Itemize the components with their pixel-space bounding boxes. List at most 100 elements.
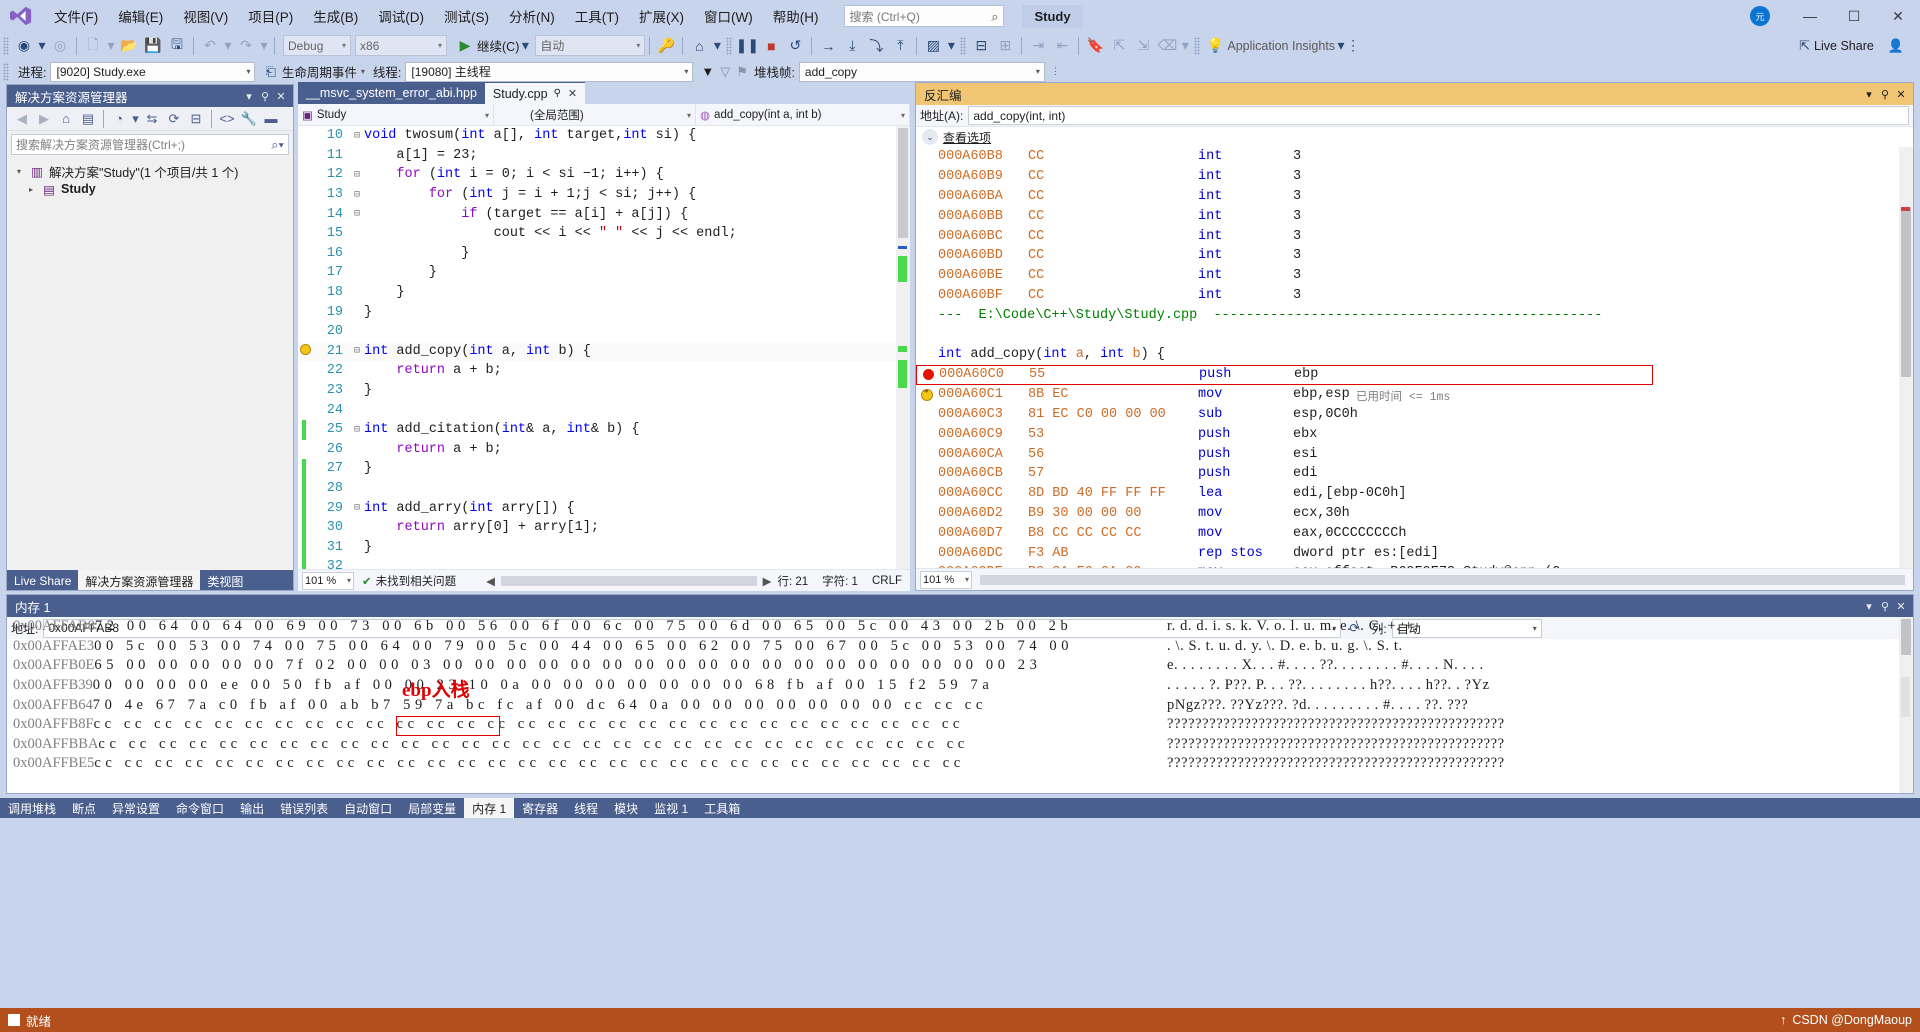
disassembly-pin-icon[interactable]: ⚲ bbox=[1877, 88, 1893, 101]
toggle-bookmark-icon[interactable]: 🔖 bbox=[1083, 34, 1107, 57]
disassembly-row[interactable]: 000A60D7B8 CC CC CC CCmoveax,0CCCCCCCCh bbox=[916, 523, 1913, 543]
disassembly-row[interactable]: 000A60BDCCint3 bbox=[916, 246, 1913, 266]
nav-scope-combo[interactable]: (全局范围) ▾ bbox=[494, 104, 696, 126]
menu-edit[interactable]: 编辑(E) bbox=[108, 2, 173, 30]
toolbar-grip-4[interactable] bbox=[1194, 37, 1200, 55]
process-combo[interactable]: [9020] Study.exe▾ bbox=[50, 62, 255, 82]
fold-toggle-icon[interactable]: ⊟ bbox=[350, 345, 364, 357]
editor-zoom-combo[interactable]: 101 % ▾ bbox=[302, 572, 354, 590]
navigate-backward-icon[interactable]: ◉ bbox=[12, 34, 36, 57]
disassembly-row[interactable]: 000A60C381 EC C0 00 00 00subesp,0C0h bbox=[916, 405, 1913, 425]
open-file-icon[interactable]: 📂 bbox=[117, 34, 141, 57]
code-line[interactable]: 12⊟ for (int i = 0; i < si −1; i++) { bbox=[298, 165, 910, 185]
status-up-arrow-icon[interactable]: ↑ bbox=[1780, 1013, 1786, 1027]
editor-scroll-thumb[interactable] bbox=[898, 128, 908, 238]
live-share-icon[interactable]: ⇱ bbox=[1799, 38, 1810, 54]
redo-dropdown-icon[interactable]: ▾ bbox=[258, 34, 270, 57]
next-bookmark-icon[interactable]: ⇲ bbox=[1131, 34, 1155, 57]
fold-toggle-icon[interactable]: ⊟ bbox=[350, 189, 364, 201]
continue-dropdown-icon[interactable]: ▾ bbox=[519, 34, 531, 57]
editor-horizontal-scrollbar[interactable] bbox=[501, 576, 757, 586]
disassembly-row[interactable]: 000A60B9CCint3 bbox=[916, 167, 1913, 187]
bottom-tab-error-list[interactable]: 错误列表 bbox=[272, 798, 336, 818]
code-line[interactable]: 26 return a + b; bbox=[298, 440, 910, 460]
bottom-tab-locals[interactable]: 局部变量 bbox=[400, 798, 464, 818]
se-tab-class-view[interactable]: 类视图 bbox=[200, 570, 250, 590]
memory-rows-area[interactable]: 0x00AFFAB872 00 64 00 64 00 69 00 73 00 … bbox=[7, 617, 1913, 793]
issue-next-icon[interactable]: ▶ bbox=[763, 574, 772, 588]
bottom-tab-threads[interactable]: 线程 bbox=[566, 798, 606, 818]
solution-config-combo[interactable]: Debug▾ bbox=[283, 35, 351, 56]
stop-debugging-icon[interactable]: ■ bbox=[759, 34, 783, 57]
panel-dropdown-icon[interactable]: ▾ bbox=[241, 90, 257, 103]
fold-toggle-icon[interactable]: ⊟ bbox=[350, 502, 364, 514]
navigate-backward-dropdown-icon[interactable]: ▾ bbox=[36, 34, 48, 57]
code-line[interactable]: 20 bbox=[298, 322, 910, 342]
properties-icon[interactable]: 🔧 bbox=[238, 109, 260, 129]
tree-item-project[interactable]: ▸ ▤ Study bbox=[11, 180, 293, 198]
toolbar-overflow-icon[interactable]: ⋮ bbox=[1347, 34, 1359, 57]
code-line[interactable]: 14⊟ if (target == a[i] + a[j]) { bbox=[298, 204, 910, 224]
clear-bookmarks-icon[interactable]: ⌫ bbox=[1155, 34, 1179, 57]
redo-icon[interactable]: ↷ bbox=[234, 34, 258, 57]
menu-build[interactable]: 生成(B) bbox=[303, 2, 368, 30]
disassembly-row[interactable]: 000A60DCF3 ABrep stosdword ptr es:[edi] bbox=[916, 543, 1913, 563]
editor-vertical-scrollbar[interactable] bbox=[896, 126, 910, 569]
toolbar-grip-3[interactable] bbox=[960, 37, 966, 55]
code-line[interactable]: 25⊟int add_citation(int& a, int& b) { bbox=[298, 420, 910, 440]
disassembly-address-input[interactable]: add_copy(int, int) bbox=[968, 106, 1909, 125]
code-line[interactable]: 32 bbox=[298, 557, 910, 569]
code-line[interactable]: 21⊟int add_copy(int a, int b) { bbox=[298, 342, 910, 362]
context-overflow-icon[interactable]: ⋮ bbox=[1051, 66, 1060, 77]
save-icon[interactable]: 💾 bbox=[141, 34, 165, 57]
disassembly-row[interactable]: 000A60BFCCint3 bbox=[916, 286, 1913, 306]
bottom-tab-memory-1[interactable]: 内存 1 bbox=[464, 798, 514, 818]
menu-extensions[interactable]: 扩展(X) bbox=[629, 2, 694, 30]
attach-process-icon[interactable]: 🔑 bbox=[654, 34, 678, 57]
restart-icon[interactable]: ↺ bbox=[783, 34, 807, 57]
pin-tab-icon[interactable]: ⚲ bbox=[554, 88, 561, 99]
bottom-tab-toolbox[interactable]: 工具箱 bbox=[696, 798, 748, 818]
disassembly-row[interactable]: 000A60B8CCint3 bbox=[916, 147, 1913, 167]
solution-platform-combo[interactable]: x86▾ bbox=[355, 35, 447, 56]
memory-row[interactable]: 0x00AFFAB872 00 64 00 64 00 69 00 73 00 … bbox=[7, 617, 1913, 637]
uncomment-selection-icon[interactable]: ⊞ bbox=[993, 34, 1017, 57]
disassembly-row[interactable]: 000A60C953pushebx bbox=[916, 424, 1913, 444]
break-all-icon[interactable]: ❚❚ bbox=[735, 34, 759, 57]
step-out-icon[interactable]: ⤒ bbox=[888, 34, 912, 57]
se-tab-live-share[interactable]: Live Share bbox=[7, 570, 78, 590]
undo-icon[interactable]: ↶ bbox=[198, 34, 222, 57]
disassembly-row[interactable]: 000A60BBCCint3 bbox=[916, 206, 1913, 226]
new-file-dropdown-icon[interactable]: ▾ bbox=[105, 34, 117, 57]
disassembly-row[interactable]: 000A60BECCint3 bbox=[916, 266, 1913, 286]
code-line[interactable]: 16 } bbox=[298, 244, 910, 264]
disassembly-row[interactable]: 000A60CA56pushesi bbox=[916, 444, 1913, 464]
refresh-icon[interactable]: ⟳ bbox=[163, 109, 185, 129]
code-line[interactable]: 19} bbox=[298, 302, 910, 322]
menu-project[interactable]: 项目(P) bbox=[238, 2, 303, 30]
disassembly-row[interactable]: 000A60BACCint3 bbox=[916, 187, 1913, 207]
nav-project-combo[interactable]: ▣ Study ▾ bbox=[298, 104, 494, 126]
menu-tools[interactable]: 工具(T) bbox=[565, 2, 629, 30]
code-line[interactable]: 10⊟void twosum(int a[], int target,int s… bbox=[298, 126, 910, 146]
disassembly-dropdown-icon[interactable]: ▾ bbox=[1861, 88, 1877, 101]
thread-combo[interactable]: [19080] 主线程▾ bbox=[405, 62, 693, 82]
new-file-icon[interactable]: 🗋 bbox=[81, 34, 105, 57]
disassembly-horizontal-scrollbar[interactable] bbox=[980, 575, 1905, 585]
bottom-tab-breakpoints[interactable]: 断点 bbox=[64, 798, 104, 818]
current-statement-icon[interactable] bbox=[916, 389, 938, 401]
code-line[interactable]: 31} bbox=[298, 537, 910, 557]
issue-prev-icon[interactable]: ◀ bbox=[486, 574, 495, 588]
lifecycle-dropdown-icon[interactable]: ▾ bbox=[361, 67, 365, 76]
pending-changes-icon[interactable]: ◔ bbox=[108, 109, 130, 129]
code-text-area[interactable]: 10⊟void twosum(int a[], int target,int s… bbox=[298, 126, 910, 569]
bottom-tab-output[interactable]: 输出 bbox=[232, 798, 272, 818]
chevron-down-icon-viewopts[interactable]: ⌄ bbox=[922, 129, 938, 145]
disassembly-row[interactable]: 000A60CC8D BD 40 FF FF FFleaedi,[ebp-0C0… bbox=[916, 484, 1913, 504]
pin-icon[interactable]: ⚲ bbox=[257, 90, 273, 103]
menu-file[interactable]: 文件(F) bbox=[44, 2, 108, 30]
code-line[interactable]: 17 } bbox=[298, 263, 910, 283]
memory-scroll-thumb[interactable] bbox=[1901, 619, 1911, 655]
code-line[interactable]: 22 return a + b; bbox=[298, 361, 910, 381]
step-over-icon[interactable]: ⤵ bbox=[864, 34, 888, 57]
